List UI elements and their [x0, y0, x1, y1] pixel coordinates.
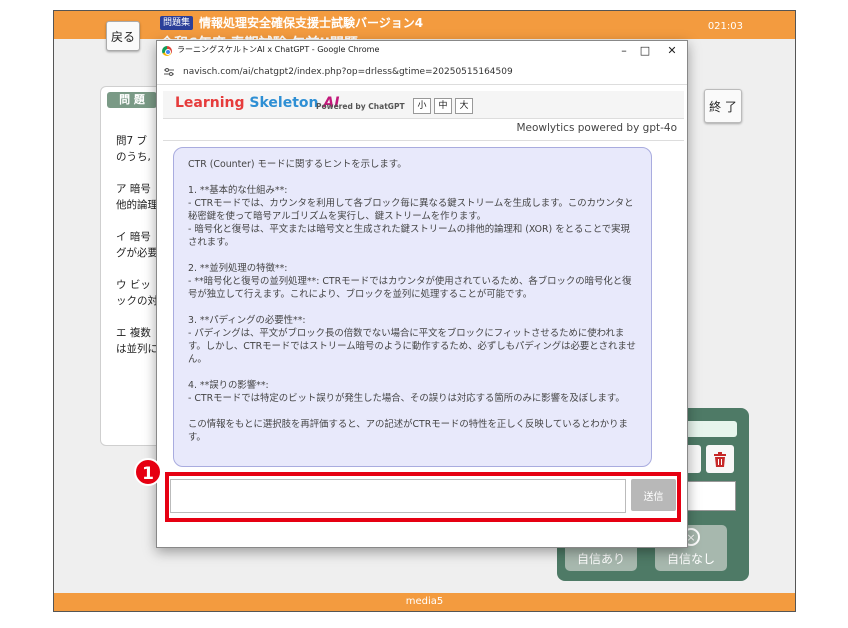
app-title: 情報処理安全確保支援士試験バージョン4: [199, 16, 424, 30]
choice-line: ックの対: [116, 295, 158, 307]
book-badge: 問題集: [160, 16, 194, 30]
choice-line: ア 暗号: [116, 183, 151, 195]
question-line: のうち,: [116, 151, 151, 163]
back-button[interactable]: 戻る: [106, 21, 140, 51]
choice-line: ウ ビッ: [116, 279, 151, 291]
learning-skeleton-logo: Learning Skeleton AI: [175, 95, 340, 111]
panel-status-bar: [685, 421, 737, 437]
model-note: Meowlytics powered by gpt-4o: [516, 122, 677, 134]
choice-line: は並列に: [116, 343, 158, 355]
not-confident-label: 自信なし: [666, 552, 715, 566]
app-footer: media5: [54, 593, 795, 611]
divider: [163, 140, 684, 141]
chrome-icon: [162, 46, 172, 56]
callout-highlight-frame: [165, 472, 681, 522]
url-bar[interactable]: navisch.com/ai/chatgpt2/index.php?op=drl…: [157, 61, 687, 85]
font-size-large-button[interactable]: 大: [455, 98, 473, 114]
confident-label: 自信あり: [576, 552, 625, 566]
end-button[interactable]: 終 了: [704, 89, 742, 123]
site-info-icon[interactable]: [164, 67, 174, 77]
popup-titlebar: ラーニングスケルトンAI x ChatGPT - Google Chrome –…: [157, 41, 687, 61]
maximize-icon[interactable]: □: [635, 43, 655, 59]
trash-icon: [714, 451, 726, 467]
ls-header: Learning Skeleton AI Powered by ChatGPT …: [163, 91, 684, 119]
trash-button[interactable]: [706, 445, 734, 473]
timer: 021:03: [707, 21, 743, 32]
powered-by-label: Powered by ChatGPT: [316, 102, 405, 111]
font-size-small-button[interactable]: 小: [413, 98, 431, 114]
minimize-icon[interactable]: –: [614, 43, 634, 59]
choice-line: エ 複数: [116, 327, 151, 339]
callout-number-badge: 1: [134, 458, 162, 486]
font-size-medium-button[interactable]: 中: [434, 98, 452, 114]
assistant-message-bubble: CTR (Counter) モードに関するヒントを示します。 1. **基本的な…: [173, 147, 652, 467]
page-url: navisch.com/ai/chatgpt2/index.php?op=drl…: [183, 67, 513, 77]
choice-line: グが必要: [116, 247, 158, 259]
assistant-message-text: CTR (Counter) モードに関するヒントを示します。 1. **基本的な…: [188, 159, 636, 443]
question-line: 問7 ブ: [116, 135, 148, 147]
panel-input[interactable]: [684, 481, 736, 511]
choice-line: イ 暗号: [116, 231, 151, 243]
question-label: 問 題: [107, 92, 157, 108]
choice-line: 他的論理: [116, 199, 158, 211]
popup-title: ラーニングスケルトンAI x ChatGPT - Google Chrome: [177, 45, 380, 54]
close-icon[interactable]: ✕: [662, 43, 682, 59]
